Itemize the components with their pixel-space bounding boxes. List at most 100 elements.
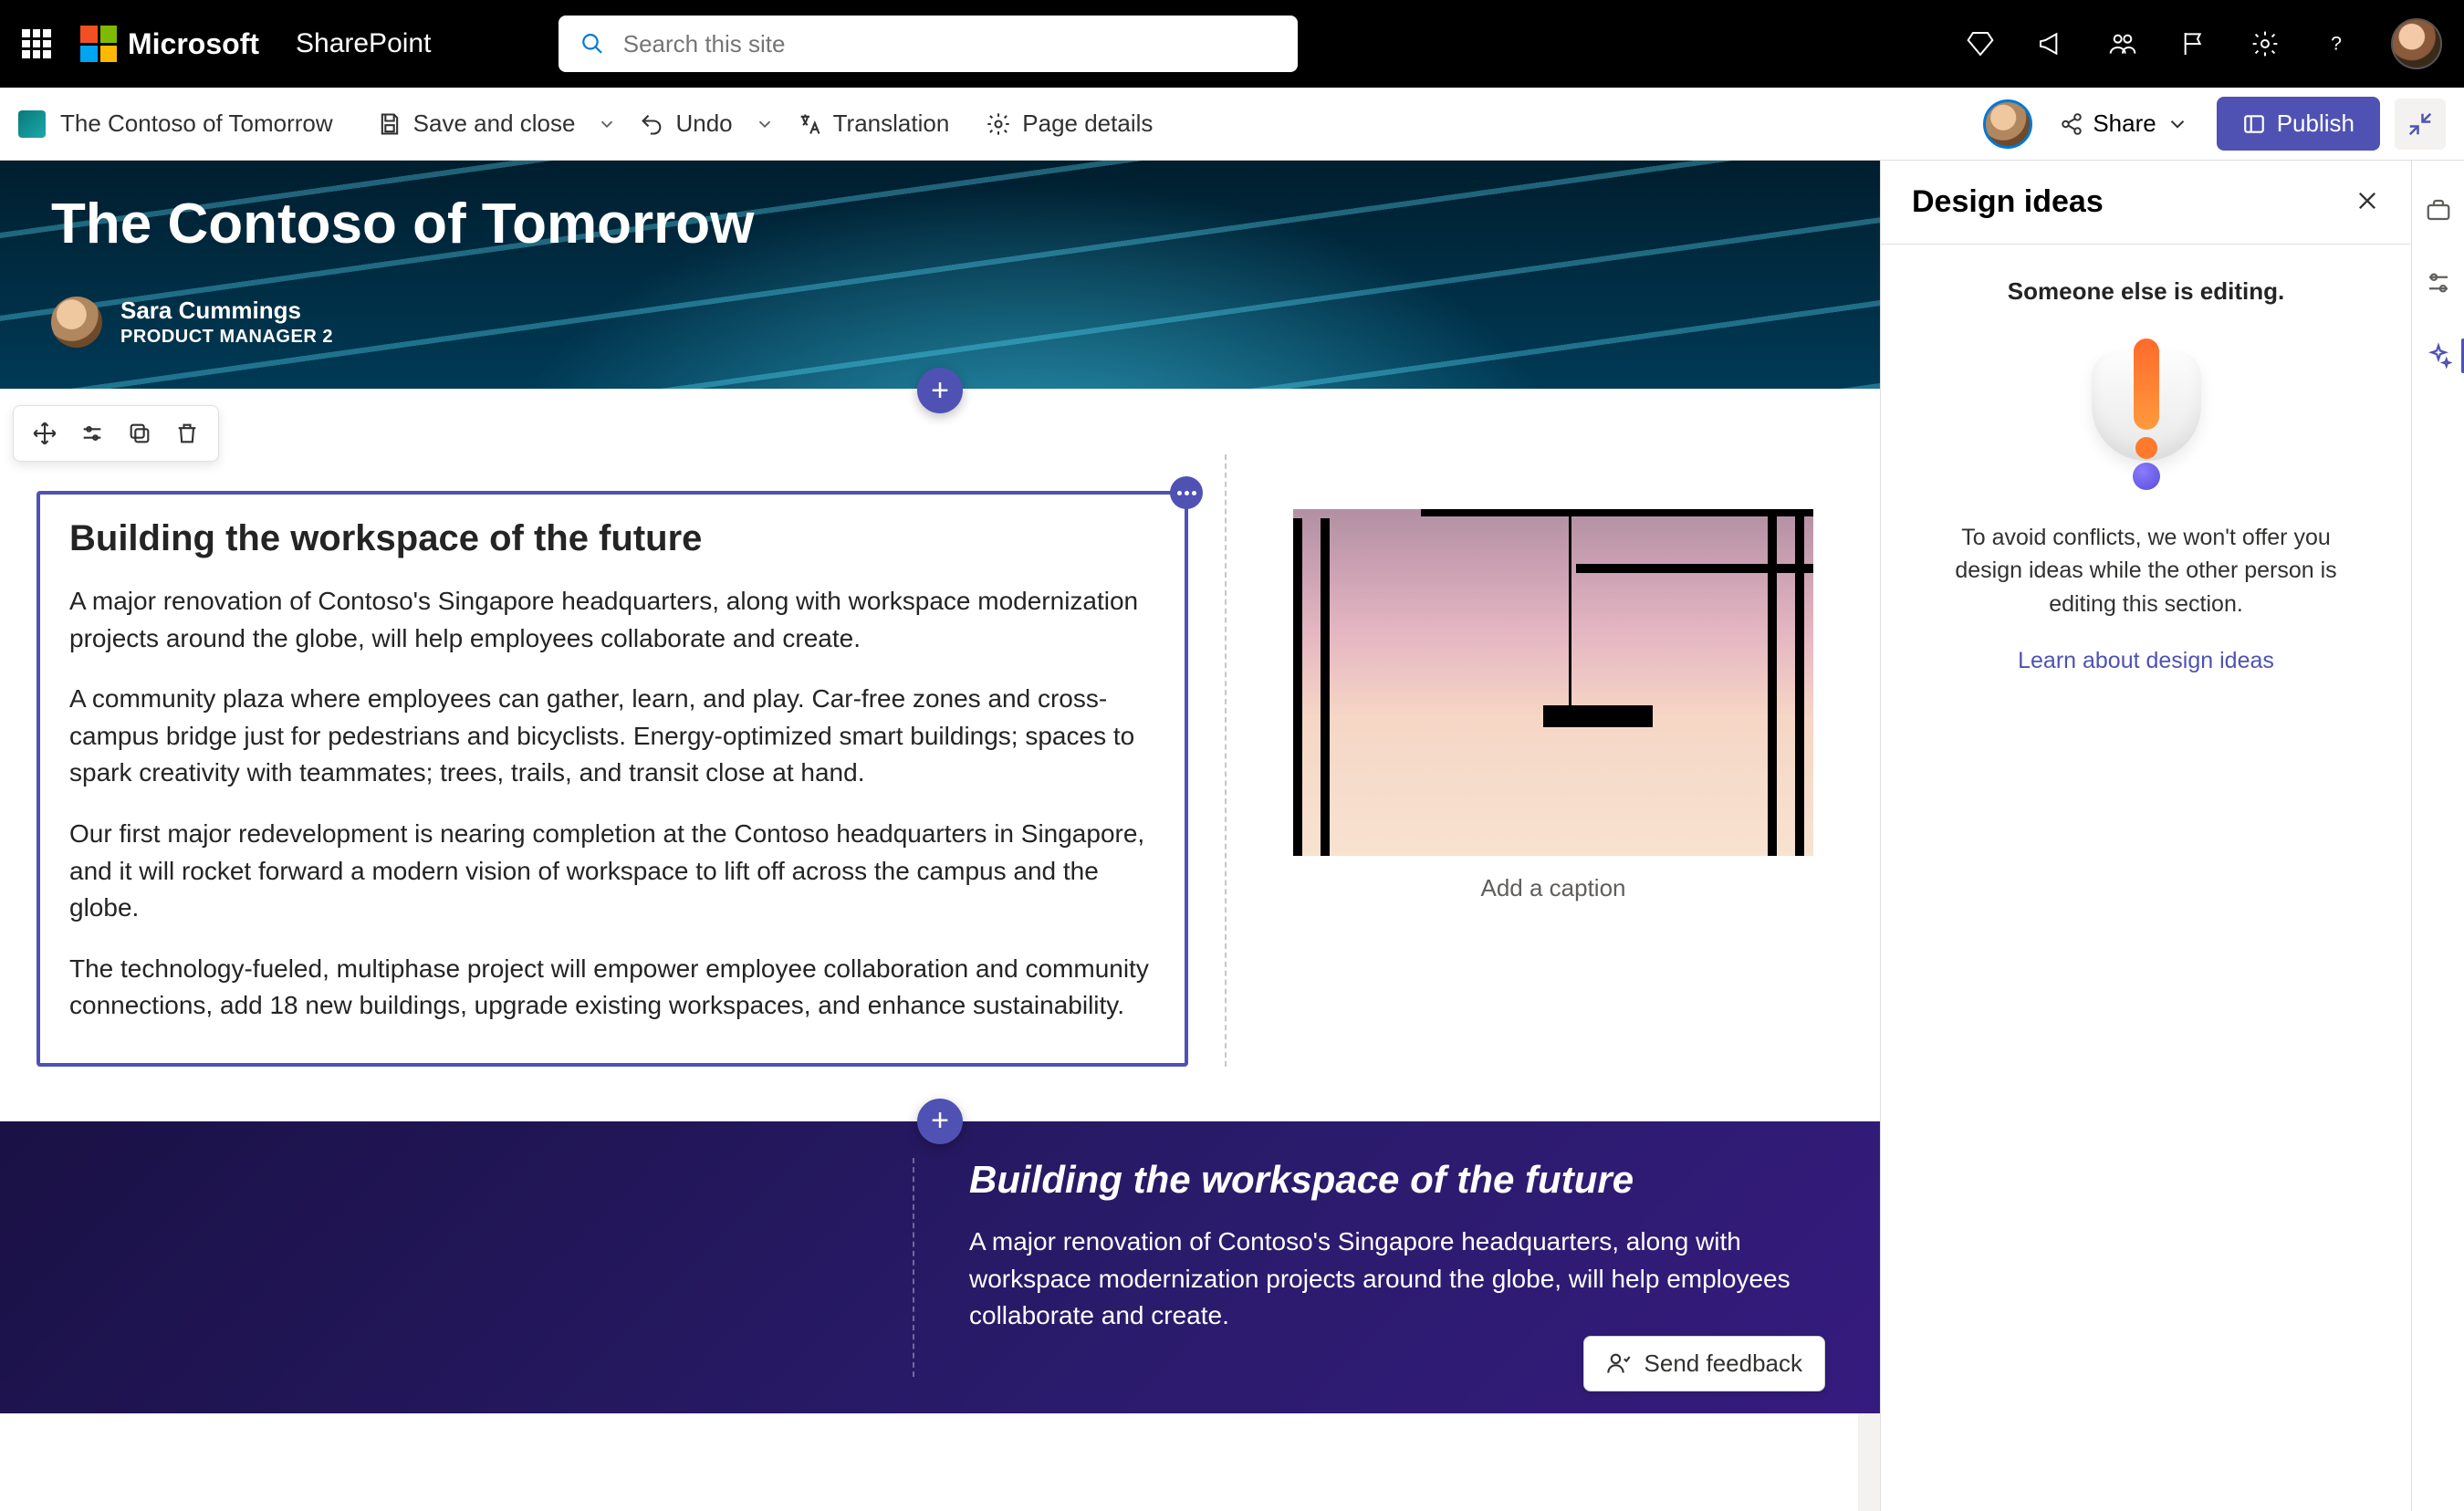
design-ideas-rail-button[interactable] [2422,339,2455,372]
diamond-icon[interactable] [1964,27,1997,60]
add-section-button-bottom[interactable]: + [917,1099,963,1144]
save-label: Save and close [413,109,576,138]
image-webpart[interactable]: Add a caption [1263,418,1843,1067]
user-avatar[interactable] [2391,18,2442,69]
sparkle-icon [2425,342,2452,370]
command-bar-left: The Contoso of Tomorrow Save and close U… [18,102,1167,145]
design-ideas-pane: Design ideas Someone else is editing. To… [1880,161,2411,1511]
undo-button[interactable]: Undo [624,102,747,145]
search-box[interactable] [559,16,1298,72]
command-bar-right: Share Publish [1983,97,2446,151]
page-details-button[interactable]: Page details [971,102,1167,145]
collapse-pane-button[interactable] [2395,99,2446,150]
move-webpart-button[interactable] [26,415,63,452]
search-icon [580,31,604,57]
edit-webpart-button[interactable] [74,415,110,452]
pane-body: Someone else is editing. To avoid confli… [1881,245,2411,1511]
image-caption-input[interactable]: Add a caption [1480,874,1625,902]
text-paragraph-3[interactable]: Our first major redevelopment is nearing… [69,816,1155,927]
properties-button[interactable] [2422,266,2455,299]
save-and-close-button[interactable]: Save and close [362,102,590,145]
duplicate-webpart-button[interactable] [121,415,158,452]
publish-label: Publish [2277,109,2354,138]
close-icon [2354,188,2380,214]
pane-message: To avoid conflicts, we won't offer you d… [1955,521,2338,620]
app-name[interactable]: SharePoint [296,28,431,59]
translation-label: Translation [833,109,950,138]
copy-icon [127,421,152,446]
text-paragraph-1[interactable]: A major renovation of Contoso's Singapor… [69,583,1155,657]
microsoft-logo: Microsoft [80,26,259,62]
pane-subtitle: Someone else is editing. [2008,277,2284,306]
dark-paragraph[interactable]: A major renovation of Contoso's Singapor… [969,1224,1791,1335]
share-label: Share [2093,109,2156,138]
column-divider-dark [913,1158,914,1377]
image-placeholder[interactable] [1293,509,1813,856]
section-two-column: + Building the workspace of the future A… [0,389,1880,1121]
microsoft-wordmark: Microsoft [128,27,259,61]
pane-title: Design ideas [1912,184,2104,220]
text-paragraph-2[interactable]: A community plaza where employees can ga… [69,681,1155,792]
pane-header: Design ideas [1881,161,2411,245]
author-text: Sara Cummings PRODUCT MANAGER 2 [120,297,333,347]
text-heading[interactable]: Building the workspace of the future [69,518,1155,559]
help-icon[interactable]: ? [2320,27,2353,60]
toolbox-button[interactable] [2422,193,2455,226]
author-avatar [51,297,102,348]
coauthor-avatar[interactable] [1983,99,2032,149]
translation-icon [797,111,822,137]
right-tool-rail [2411,161,2464,1511]
text-paragraph-4[interactable]: The technology-fueled, multiphase projec… [69,951,1155,1025]
dark-heading[interactable]: Building the workspace of the future [969,1158,1791,1202]
publish-button[interactable]: Publish [2217,97,2380,151]
translation-button[interactable]: Translation [782,102,965,145]
settings-icon[interactable] [2249,27,2281,60]
close-pane-button[interactable] [2354,188,2380,216]
collapse-icon [2407,110,2434,138]
page-canvas: The Contoso of Tomorrow Sara Cummings PR… [0,161,1880,1511]
undo-icon [639,111,664,137]
command-bar: The Contoso of Tomorrow Save and close U… [0,88,2464,161]
suite-header: Microsoft SharePoint ? [0,0,2464,88]
text-webpart-selected[interactable]: Building the workspace of the future A m… [37,491,1188,1067]
feedback-label: Send feedback [1644,1349,1802,1378]
trash-icon [174,421,200,446]
author-title: PRODUCT MANAGER 2 [120,326,333,348]
send-feedback-button[interactable]: Send feedback [1583,1336,1825,1391]
publish-icon [2242,112,2266,136]
site-logo-icon[interactable] [18,110,46,138]
share-button[interactable]: Share [2047,100,2201,147]
webpart-toolbar [13,405,219,462]
flag-icon[interactable] [2177,27,2210,60]
people-icon[interactable] [2106,27,2139,60]
bell-alert-illustration [2073,342,2219,488]
undo-label: Undo [675,109,732,138]
page-author[interactable]: Sara Cummings PRODUCT MANAGER 2 [51,297,1829,348]
site-name[interactable]: The Contoso of Tomorrow [60,109,333,138]
feedback-icon [1606,1350,1632,1376]
rail-active-indicator [2461,339,2464,373]
page-details-label: Page details [1022,109,1153,138]
add-section-button-top[interactable]: + [917,368,963,413]
save-chevron-icon[interactable] [597,114,617,134]
page-hero: The Contoso of Tomorrow Sara Cummings PR… [0,161,1880,389]
delete-webpart-button[interactable] [169,415,205,452]
share-chevron-icon[interactable] [2166,112,2189,136]
suite-right: ? [1964,18,2442,69]
sliders-icon [2425,269,2452,297]
move-icon [32,421,57,446]
microsoft-logo-icon [80,26,117,62]
share-icon [2060,112,2083,136]
author-name: Sara Cummings [120,297,333,325]
column-divider [1225,454,1227,1067]
webpart-context-menu[interactable] [1170,476,1203,509]
learn-design-ideas-link[interactable]: Learn about design ideas [2018,648,2274,674]
undo-chevron-icon[interactable] [755,114,775,134]
app-launcher-icon[interactable] [22,29,51,58]
megaphone-icon[interactable] [2035,27,2068,60]
page-title[interactable]: The Contoso of Tomorrow [51,192,1829,256]
gear-icon [986,111,1011,137]
toolbox-icon [2425,196,2452,224]
sliders-icon [79,421,105,446]
search-input[interactable] [623,30,1277,58]
